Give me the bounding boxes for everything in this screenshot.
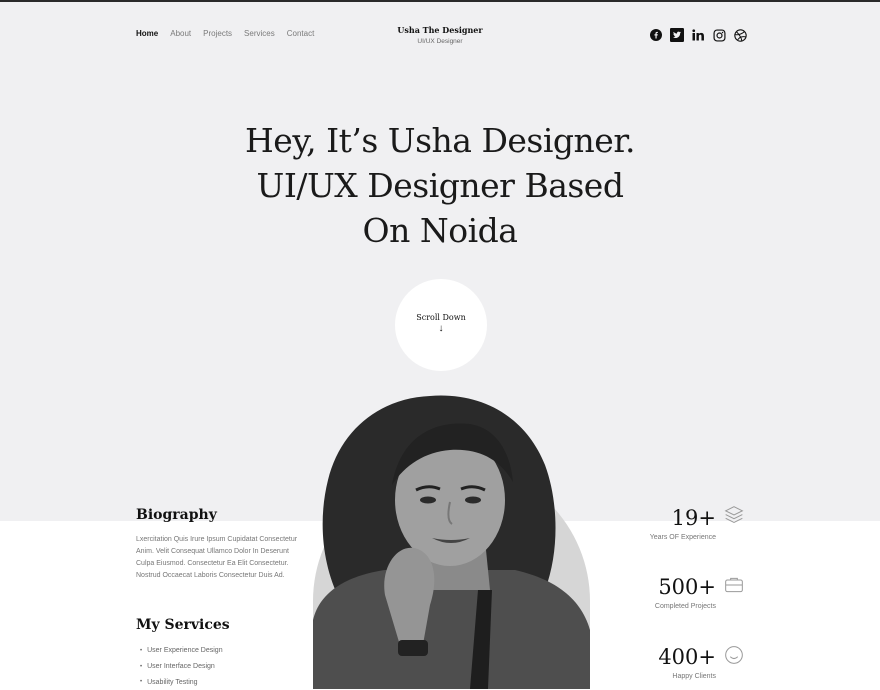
scroll-down-label: Scroll Down bbox=[416, 313, 466, 322]
smile-icon bbox=[725, 646, 743, 664]
stat-label: Completed Projects bbox=[654, 603, 716, 610]
list-item: User Experience Design bbox=[140, 643, 222, 659]
brand-logo[interactable]: Usha The Designer UI/UX Designer bbox=[0, 25, 880, 45]
scroll-down-button[interactable]: Scroll Down ↓ bbox=[395, 279, 487, 371]
stat-clients: 400+ Happy Clients bbox=[606, 645, 716, 680]
stat-label: Happy Clients bbox=[672, 673, 716, 680]
stat-projects: 500+ Completed Projects bbox=[606, 575, 716, 610]
headline-line-2: UI/UX Designer Based bbox=[256, 166, 624, 205]
brand-name: Usha The Designer bbox=[397, 25, 483, 35]
linkedin-icon[interactable] bbox=[691, 28, 705, 42]
twitter-icon[interactable] bbox=[670, 28, 684, 42]
facebook-icon[interactable] bbox=[649, 28, 663, 42]
biography-text: Lxercitation Quis Irure Ipsum Cupidatat … bbox=[136, 536, 298, 579]
stat-label: Years OF Experience bbox=[649, 534, 716, 541]
stat-experience: 19+ Years OF Experience bbox=[606, 506, 716, 541]
instagram-icon[interactable] bbox=[712, 28, 726, 42]
dribbble-icon[interactable] bbox=[733, 28, 747, 42]
headline-line-3: On Noida bbox=[362, 211, 518, 250]
social-links bbox=[649, 28, 747, 42]
stat-value: 19+ bbox=[671, 506, 716, 530]
portrait-photo bbox=[313, 395, 590, 689]
layers-icon bbox=[724, 506, 744, 524]
services-title: My Services bbox=[136, 617, 230, 633]
list-item: User Interface Design bbox=[140, 659, 223, 675]
stat-value: 400+ bbox=[658, 645, 716, 669]
list-item: Usability Testing bbox=[140, 674, 223, 690]
services-list: User Experience Design User Interface De… bbox=[140, 643, 223, 690]
hero-headline: Hey, It’s Usha Designer. UI/UX Designer … bbox=[0, 118, 880, 253]
biography-title: Biography bbox=[136, 507, 217, 523]
headline-line-1: Hey, It’s Usha Designer. bbox=[245, 121, 635, 160]
arrow-down-icon: ↓ bbox=[438, 323, 444, 334]
brand-subtitle: UI/UX Designer bbox=[417, 38, 463, 45]
briefcase-icon bbox=[725, 577, 743, 593]
stat-value: 500+ bbox=[658, 575, 716, 599]
